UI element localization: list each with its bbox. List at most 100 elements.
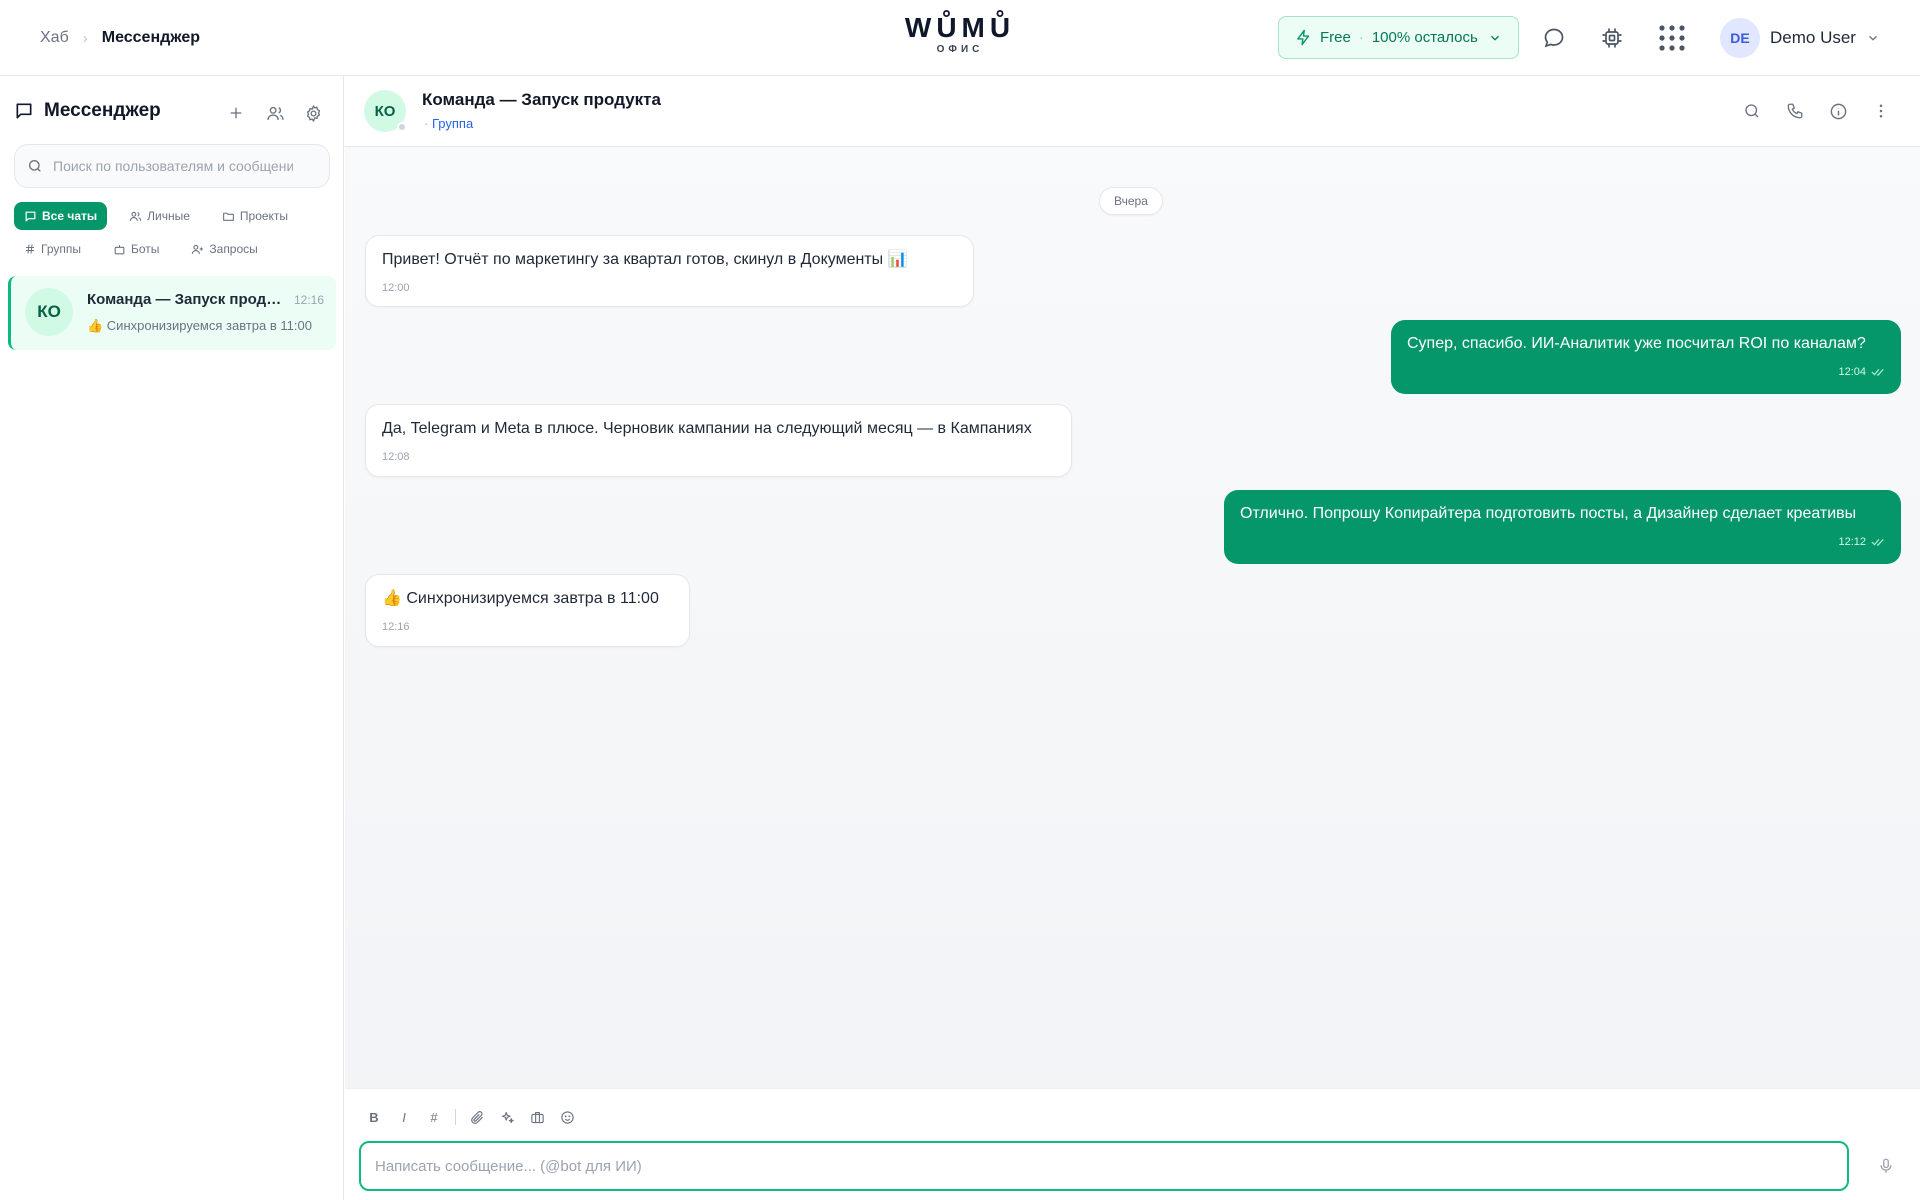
new-chat-button[interactable]	[223, 100, 249, 126]
message-bubble-outgoing[interactable]: Супер, спасибо. ИИ-Аналитик уже посчитал…	[1391, 320, 1901, 394]
filter-user-plus[interactable]: Запросы	[181, 235, 267, 263]
chat-avatar: КО	[25, 288, 73, 336]
filter-folder[interactable]: Проекты	[212, 202, 298, 230]
hash-icon	[24, 243, 36, 255]
chat-header: КО Команда — Запуск продукта · Группа	[345, 76, 1920, 147]
breadcrumb-current: Мессенджер	[101, 29, 201, 46]
message-bubble-outgoing[interactable]: Отлично. Попрошу Копирайтера подготовить…	[1224, 490, 1901, 564]
breadcrumb: Хаб › Мессенджер	[40, 0, 200, 76]
users-icon	[129, 210, 142, 223]
search-in-chat-button[interactable]	[1739, 98, 1765, 124]
message-time: 12:04	[1838, 366, 1866, 378]
filter-users[interactable]: Личные	[119, 202, 200, 230]
filter-hash[interactable]: Группы	[14, 235, 91, 263]
filter-label: Все чаты	[42, 209, 98, 223]
status-dot	[397, 122, 407, 132]
chat-subtitle: · Группа	[424, 116, 473, 131]
user-plus-icon	[191, 243, 204, 256]
toolbar-divider	[455, 1109, 456, 1125]
user-name: Demo User	[1770, 28, 1856, 47]
sidebar-header: Мессенджер	[14, 100, 161, 122]
filter-label: Группы	[41, 242, 81, 256]
filters-row: Все чаты Личные Проекты	[14, 202, 334, 230]
bold-button[interactable]: B	[365, 1107, 383, 1127]
chat-name: Команда — Запуск продукта	[87, 291, 287, 308]
sidebar-title: Мессенджер	[44, 100, 161, 121]
top-bar: Хаб › Мессенджер WŮMŮ ОФИС Free · 100% о…	[0, 0, 1920, 76]
bot-icon	[113, 243, 126, 256]
plan-name: Free	[1320, 29, 1351, 46]
more-button[interactable]	[1868, 98, 1894, 124]
search-icon	[1743, 102, 1761, 120]
search-icon	[27, 158, 43, 174]
app-logo: WŮMŮ ОФИС	[0, 12, 1920, 55]
chat-type[interactable]: Группа	[432, 116, 473, 131]
more-vertical-icon	[1872, 102, 1890, 120]
date-divider: Вчера	[1099, 187, 1163, 215]
logo-subtitle: ОФИС	[936, 44, 984, 55]
chip-icon[interactable]	[1596, 22, 1628, 54]
lightning-icon	[1295, 29, 1312, 46]
phone-icon	[1786, 102, 1804, 120]
filter-label: Личные	[147, 209, 190, 223]
message-bubble-incoming[interactable]: 👍 Синхронизируемся завтра в 11:00 12:16	[365, 574, 690, 647]
call-button[interactable]	[1782, 98, 1808, 124]
filter-label: Запросы	[209, 242, 258, 256]
message-time: 12:16	[382, 621, 410, 633]
plan-button[interactable]: Free · 100% осталось	[1278, 16, 1519, 59]
message-time: 12:12	[1838, 536, 1866, 548]
filter-bot[interactable]: Боты	[103, 235, 169, 263]
message-meta: 12:04	[1407, 362, 1885, 382]
apps-grid-icon[interactable]	[1656, 22, 1688, 54]
chevron-down-icon	[1488, 31, 1502, 45]
plan-separator: ·	[1358, 29, 1364, 46]
sparkles-icon[interactable]	[498, 1107, 516, 1127]
hashtag-button[interactable]: #	[425, 1107, 443, 1127]
filter-label: Боты	[130, 242, 160, 256]
message-input[interactable]	[359, 1141, 1849, 1191]
briefcase-icon[interactable]	[528, 1107, 546, 1127]
settings-button[interactable]	[300, 100, 326, 126]
info-button[interactable]	[1825, 98, 1851, 124]
chat-icon	[24, 210, 37, 223]
info-icon	[1829, 102, 1848, 121]
message-bubble-incoming[interactable]: Да, Telegram и Meta в плюсе. Черновик ка…	[365, 404, 1072, 477]
microphone-icon[interactable]	[1872, 1152, 1900, 1180]
breadcrumb-separator: ›	[82, 29, 88, 47]
chat-list-item[interactable]: КО Команда — Запуск продукта 12:16 👍 Син…	[8, 276, 336, 350]
sidebar: Мессенджер Все чаты Личные Проекты Группы Б…	[0, 76, 344, 1200]
message-meta: 12:12	[1240, 532, 1885, 552]
message-time: 12:00	[382, 282, 410, 294]
message-composer: B I #	[345, 1088, 1920, 1200]
chat-preview: 👍 Синхронизируемся завтра в 11:00	[87, 318, 312, 333]
filters-row: Группы Боты Запросы	[14, 235, 334, 263]
message-time: 12:08	[382, 451, 410, 463]
message-text: Супер, спасибо. ИИ-Аналитик уже посчитал…	[1407, 335, 1866, 352]
italic-button[interactable]: I	[395, 1107, 413, 1127]
chat-panel: КО Команда — Запуск продукта · Группа Вч…	[345, 76, 1920, 1200]
gear-icon	[304, 104, 323, 123]
breadcrumb-hub[interactable]: Хаб	[40, 29, 69, 47]
chat-bubble-icon[interactable]	[1538, 22, 1570, 54]
plan-remaining: 100% осталось	[1371, 29, 1478, 46]
folder-icon	[222, 210, 235, 223]
search-box	[14, 144, 330, 188]
user-avatar: DE	[1720, 18, 1760, 58]
double-check-icon	[1871, 537, 1885, 547]
user-menu[interactable]: DE Demo User	[1720, 18, 1880, 58]
chevron-down-icon	[1866, 31, 1880, 45]
logo-text: WŮMŮ	[904, 12, 1016, 43]
message-text: 👍 Синхронизируемся завтра в 11:00	[382, 590, 659, 607]
search-input[interactable]	[53, 158, 293, 174]
smile-icon[interactable]	[558, 1107, 576, 1127]
paperclip-icon[interactable]	[468, 1107, 486, 1127]
message-square-icon	[14, 101, 34, 121]
message-text: Отлично. Попрошу Копирайтера подготовить…	[1240, 505, 1857, 522]
chat-time: 12:16	[293, 293, 324, 307]
contacts-button[interactable]	[262, 100, 288, 126]
filter-chat[interactable]: Все чаты	[14, 202, 108, 230]
format-toolbar: B I #	[365, 1105, 576, 1129]
filter-label: Проекты	[239, 209, 289, 223]
chat-filters: Все чаты Личные Проекты Группы Боты Запросы	[14, 202, 334, 268]
message-bubble-incoming[interactable]: Привет! Отчёт по маркетингу за квартал г…	[365, 235, 974, 307]
